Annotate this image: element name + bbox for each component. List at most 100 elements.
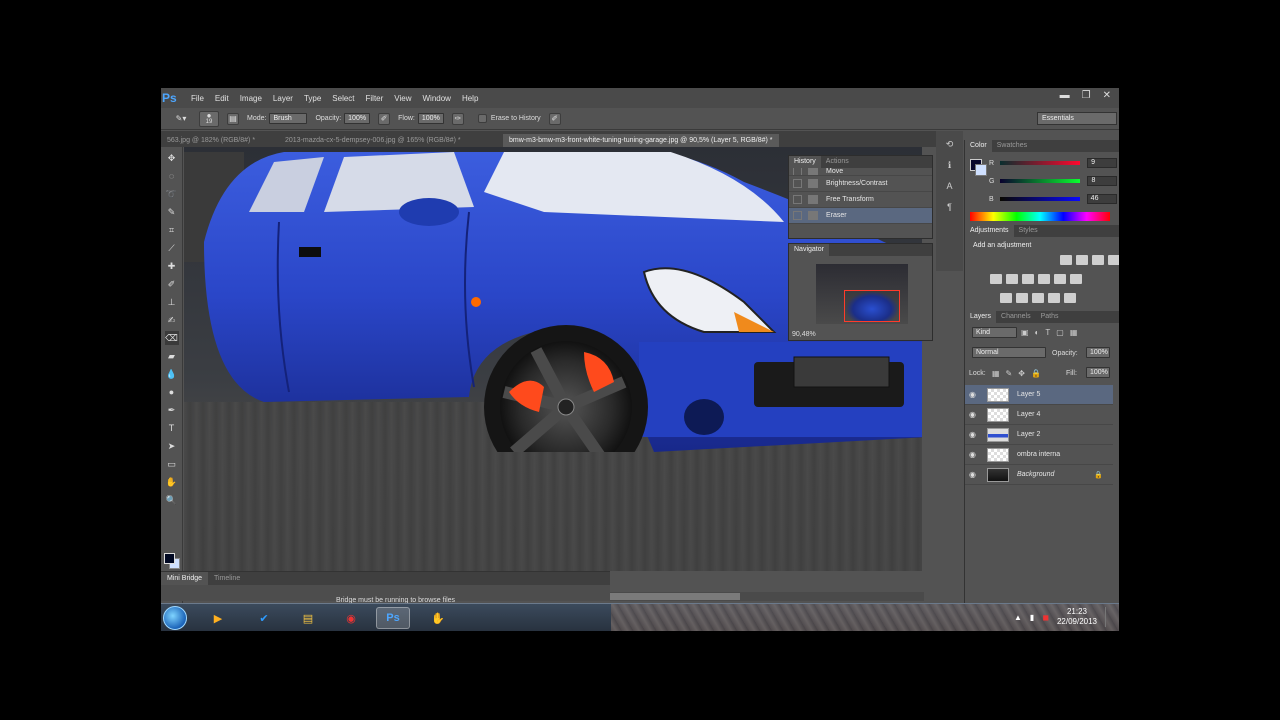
marquee-tool-icon[interactable]: ◌ — [165, 169, 179, 183]
brush-size-picker[interactable]: ● 19 — [199, 110, 219, 127]
properties-panel-icon[interactable]: ℹ — [942, 157, 958, 173]
tab-history[interactable]: History — [789, 156, 821, 168]
blue-slider[interactable] — [999, 197, 1080, 201]
navigator-thumbnail[interactable] — [816, 264, 908, 324]
eye-icon[interactable]: ◉ — [969, 430, 981, 439]
history-panel-icon[interactable]: ⟲ — [942, 136, 958, 152]
layer-opacity-input[interactable]: 100% — [1086, 347, 1110, 358]
doc-tab-active[interactable]: bmw-m3-bmw-m3-front-white-tuning-tuning-… — [503, 134, 779, 147]
levels-icon[interactable] — [1076, 255, 1088, 265]
menu-image[interactable]: Image — [240, 94, 262, 103]
tray-app-icon[interactable]: ◼ — [1042, 613, 1049, 622]
blur-tool-icon[interactable]: 💧 — [165, 367, 179, 381]
pressure-size-icon[interactable]: ✐ — [548, 112, 561, 125]
tab-actions[interactable]: Actions — [821, 156, 854, 168]
history-checkbox[interactable] — [793, 211, 802, 220]
type-tool-icon[interactable]: T — [165, 421, 179, 435]
erase-to-history-checkbox[interactable] — [477, 114, 487, 123]
gradient-tool-icon[interactable]: ▰ — [165, 349, 179, 363]
workspace-switcher[interactable]: Essentials — [1037, 112, 1117, 125]
path-select-tool-icon[interactable]: ➤ — [165, 439, 179, 453]
check-app-taskbar-icon[interactable]: ✔ — [247, 607, 281, 629]
green-slider[interactable] — [1000, 179, 1081, 183]
history-item[interactable]: Move — [789, 168, 932, 176]
character-panel-icon[interactable]: A — [942, 178, 958, 194]
menu-select[interactable]: Select — [332, 94, 354, 103]
history-item[interactable]: Free Transform — [789, 192, 932, 208]
eye-icon[interactable]: ◉ — [969, 410, 981, 419]
menu-file[interactable]: File — [191, 94, 204, 103]
menu-help[interactable]: Help — [462, 94, 478, 103]
layer-kind-filter[interactable]: Kind — [972, 327, 1017, 338]
brightness-icon[interactable] — [1060, 255, 1072, 265]
tab-styles[interactable]: Styles — [1014, 225, 1043, 237]
menu-type[interactable]: Type — [304, 94, 321, 103]
menu-window[interactable]: Window — [423, 94, 451, 103]
layer-row[interactable]: ◉ Layer 5 — [965, 385, 1113, 405]
tab-mini-bridge[interactable]: Mini Bridge — [161, 572, 209, 585]
brush-panel-icon[interactable]: ▤ — [227, 112, 239, 125]
fill-input[interactable]: 100% — [1086, 367, 1110, 378]
move-tool-icon[interactable]: ✥ — [165, 151, 179, 165]
red-slider[interactable] — [1000, 161, 1081, 165]
hand-tool-icon[interactable]: ✋ — [165, 475, 179, 489]
eye-icon[interactable]: ◉ — [969, 470, 981, 479]
green-value[interactable]: 8 — [1087, 176, 1118, 186]
tab-layers[interactable]: Layers — [965, 311, 997, 323]
photo-filter-icon[interactable] — [1038, 274, 1050, 284]
tab-paths[interactable]: Paths — [1036, 311, 1064, 323]
blend-mode-select[interactable]: Normal — [972, 347, 1046, 358]
restore-icon[interactable]: ❐ — [1082, 90, 1091, 101]
hscroll-thumb[interactable] — [610, 593, 740, 600]
clock[interactable]: 21:23 22/09/2013 — [1057, 607, 1097, 627]
color-balance-icon[interactable] — [1006, 274, 1018, 284]
media-player-taskbar-icon[interactable]: ▶ — [201, 607, 235, 629]
brush-tool-icon[interactable]: ✐ — [165, 277, 179, 291]
red-value[interactable]: 9 — [1087, 158, 1118, 168]
blue-value[interactable]: 46 — [1086, 194, 1117, 204]
menu-layer[interactable]: Layer — [273, 94, 293, 103]
hue-saturation-icon[interactable] — [990, 274, 1002, 284]
minimize-icon[interactable]: ▬ — [1060, 90, 1070, 101]
tab-timeline[interactable]: Timeline — [208, 572, 246, 585]
show-desktop-button[interactable] — [1105, 607, 1111, 627]
tab-channels[interactable]: Channels — [996, 311, 1036, 323]
menu-view[interactable]: View — [394, 94, 411, 103]
history-item-active[interactable]: Eraser — [789, 208, 932, 224]
channel-mixer-icon[interactable] — [1054, 274, 1066, 284]
mode-select[interactable]: Brush — [269, 113, 308, 124]
history-brush-tool-icon[interactable]: ✍ — [165, 313, 179, 327]
gradient-map-icon[interactable] — [1048, 293, 1060, 303]
paragraph-panel-icon[interactable]: ¶ — [942, 199, 958, 215]
navigator-view-box[interactable] — [844, 290, 900, 322]
start-button[interactable] — [163, 606, 187, 630]
tray-arrow-icon[interactable]: ▲ — [1014, 613, 1022, 622]
close-icon[interactable]: ✕ — [1103, 90, 1111, 101]
shape-tool-icon[interactable]: ▭ — [165, 457, 179, 471]
explorer-taskbar-icon[interactable]: ▤ — [291, 607, 325, 629]
lasso-tool-icon[interactable]: ➰ — [165, 187, 179, 201]
color-lookup-icon[interactable] — [1070, 274, 1082, 284]
dodge-tool-icon[interactable]: ● — [165, 385, 179, 399]
selective-color-icon[interactable] — [1064, 293, 1076, 303]
zoom-tool-icon[interactable]: 🔍 — [165, 493, 179, 507]
tab-navigator[interactable]: Navigator — [789, 244, 829, 256]
threshold-icon[interactable] — [1032, 293, 1044, 303]
eraser-tool-preset-icon[interactable]: ✎▾ — [171, 113, 191, 125]
tab-color[interactable]: Color — [965, 140, 992, 152]
pressure-opacity-icon[interactable]: ✐ — [378, 112, 391, 125]
black-white-icon[interactable] — [1022, 274, 1034, 284]
menu-filter[interactable]: Filter — [366, 94, 384, 103]
exposure-icon[interactable] — [1108, 255, 1119, 265]
invert-icon[interactable] — [1000, 293, 1012, 303]
navigator-zoom-value[interactable]: 90,48% — [792, 331, 816, 338]
menu-edit[interactable]: Edit — [215, 94, 229, 103]
foreground-color-swatch[interactable] — [164, 553, 175, 564]
doc-tab-2[interactable]: 2013-mazda-cx-5-dempsey-006.jpg @ 165% (… — [279, 134, 503, 147]
history-item[interactable]: Brightness/Contrast — [789, 176, 932, 192]
chrome-taskbar-icon[interactable]: ◉ — [334, 607, 368, 629]
curves-icon[interactable] — [1092, 255, 1104, 265]
history-checkbox[interactable] — [793, 168, 802, 175]
crop-tool-icon[interactable]: ⌗ — [165, 223, 179, 237]
tab-swatches[interactable]: Swatches — [992, 140, 1032, 152]
